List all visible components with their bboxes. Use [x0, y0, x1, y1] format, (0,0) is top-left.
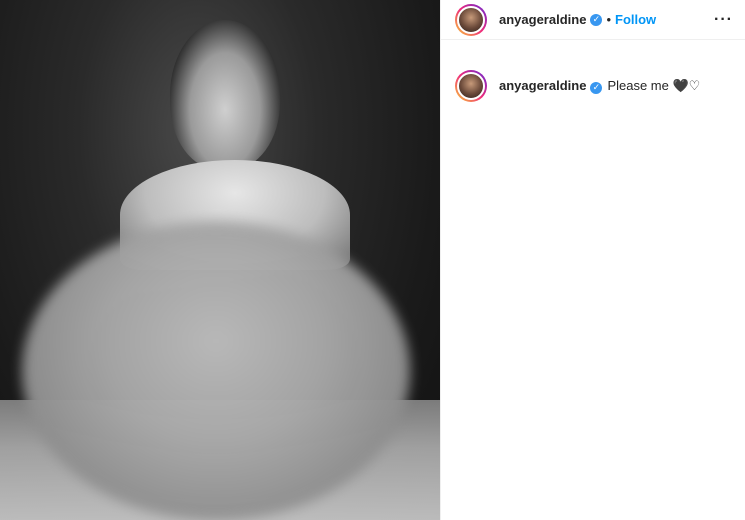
instagram-post: anyageraldine ✓ • Follow ··· anyageraldi… [0, 0, 745, 520]
separator-dot: • [606, 12, 611, 27]
comment-username[interactable]: anyageraldine [499, 78, 586, 93]
follow-button[interactable]: Follow [615, 12, 656, 27]
comment-verified-badge-icon: ✓ [590, 81, 603, 94]
photo-subject-head [170, 20, 280, 170]
verified-badge-icon: ✓ [590, 13, 603, 26]
avatar[interactable] [455, 3, 487, 36]
header-username[interactable]: anyageraldine [499, 12, 586, 27]
post-header: anyageraldine ✓ • Follow ··· [441, 0, 745, 40]
more-options-icon[interactable]: ··· [714, 11, 733, 29]
caption-body: Please me 🖤♡ [607, 78, 701, 93]
comment-avatar[interactable] [455, 70, 487, 102]
comment-avatar-image [457, 72, 485, 100]
censor-blur [22, 222, 410, 520]
avatar-image [457, 5, 485, 34]
post-photo[interactable] [0, 0, 440, 520]
caption-text: anyageraldine ✓ Please me 🖤♡ [499, 78, 700, 94]
caption-comment: anyageraldine ✓ Please me 🖤♡ [441, 40, 745, 102]
post-sidebar: anyageraldine ✓ • Follow ··· anyageraldi… [440, 0, 745, 520]
